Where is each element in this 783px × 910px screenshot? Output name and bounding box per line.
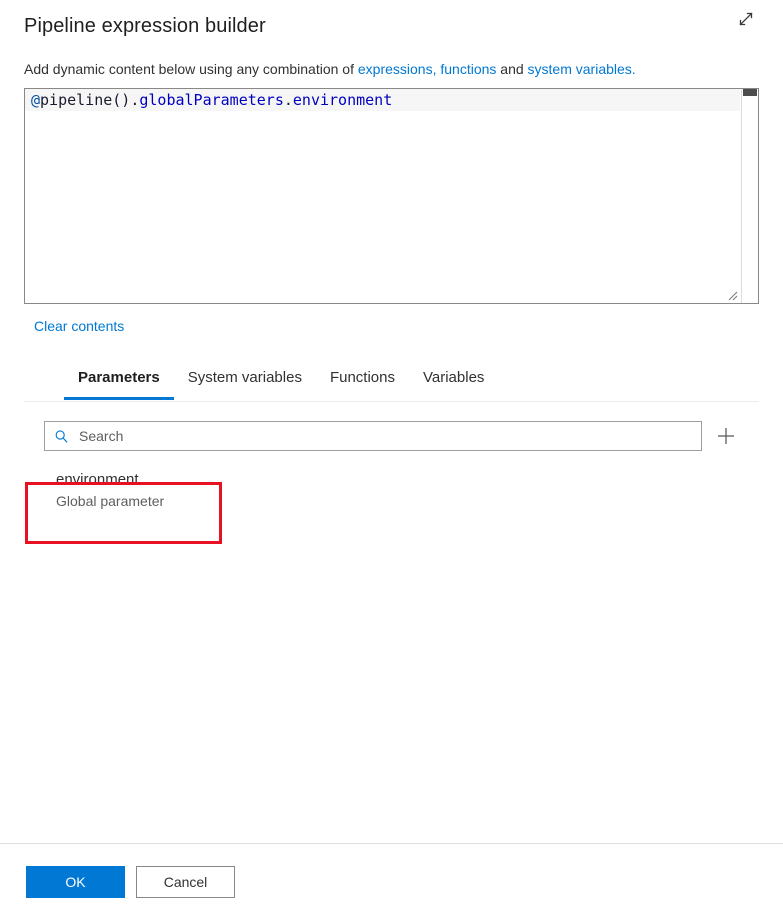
- link-expressions-functions[interactable]: expressions, functions: [358, 61, 497, 77]
- expression-editor[interactable]: @pipeline().globalParameters.environment: [24, 88, 759, 304]
- parameter-name: environment: [56, 471, 139, 488]
- token-property-environment: environment: [292, 91, 393, 109]
- search-row: [24, 421, 759, 451]
- search-icon: [53, 428, 69, 444]
- expand-diagonal-icon[interactable]: [731, 4, 761, 34]
- clear-contents-link[interactable]: Clear contents: [34, 316, 124, 336]
- tab-functions[interactable]: Functions: [316, 367, 409, 399]
- subtitle-conjunction: and: [496, 61, 528, 77]
- expand-diagonal-glyph: [739, 12, 753, 26]
- ok-button[interactable]: OK: [26, 866, 125, 898]
- dialog-header: Pipeline expression builder: [0, 0, 783, 40]
- token-at: @: [31, 91, 41, 109]
- token-property-globalparameters: globalParameters: [139, 91, 284, 109]
- parameter-list: environment Global parameter: [24, 461, 759, 521]
- subtitle-text: Add dynamic content below using any comb…: [0, 59, 783, 79]
- page-title: Pipeline expression builder: [24, 15, 266, 37]
- dialog-footer: OK Cancel: [0, 844, 783, 910]
- cancel-button[interactable]: Cancel: [136, 866, 235, 898]
- editor-line-1[interactable]: @pipeline().globalParameters.environment: [25, 89, 740, 111]
- token-function: pipeline(): [40, 91, 131, 109]
- subtitle-prefix: Add dynamic content below using any comb…: [24, 61, 358, 77]
- search-box[interactable]: [44, 421, 702, 451]
- scrollbar-thumb[interactable]: [743, 89, 757, 96]
- plus-glyph: [718, 428, 734, 444]
- editor-vertical-scrollbar[interactable]: [741, 89, 758, 303]
- link-system-variables[interactable]: system variables.: [528, 61, 636, 77]
- plus-icon[interactable]: [712, 422, 740, 450]
- search-glyph: [55, 429, 68, 443]
- tab-system-variables[interactable]: System variables: [174, 367, 316, 399]
- search-input[interactable]: [77, 421, 693, 451]
- parameter-type: Global parameter: [56, 493, 165, 509]
- token-dot-2: .: [283, 91, 293, 109]
- editor-lines[interactable]: @pipeline().globalParameters.environment: [25, 89, 740, 303]
- tab-variables[interactable]: Variables: [409, 367, 498, 399]
- list-item[interactable]: environment Global parameter: [46, 461, 236, 521]
- tab-parameters[interactable]: Parameters: [64, 367, 174, 400]
- tab-bar: Parameters System variables Functions Va…: [24, 367, 759, 402]
